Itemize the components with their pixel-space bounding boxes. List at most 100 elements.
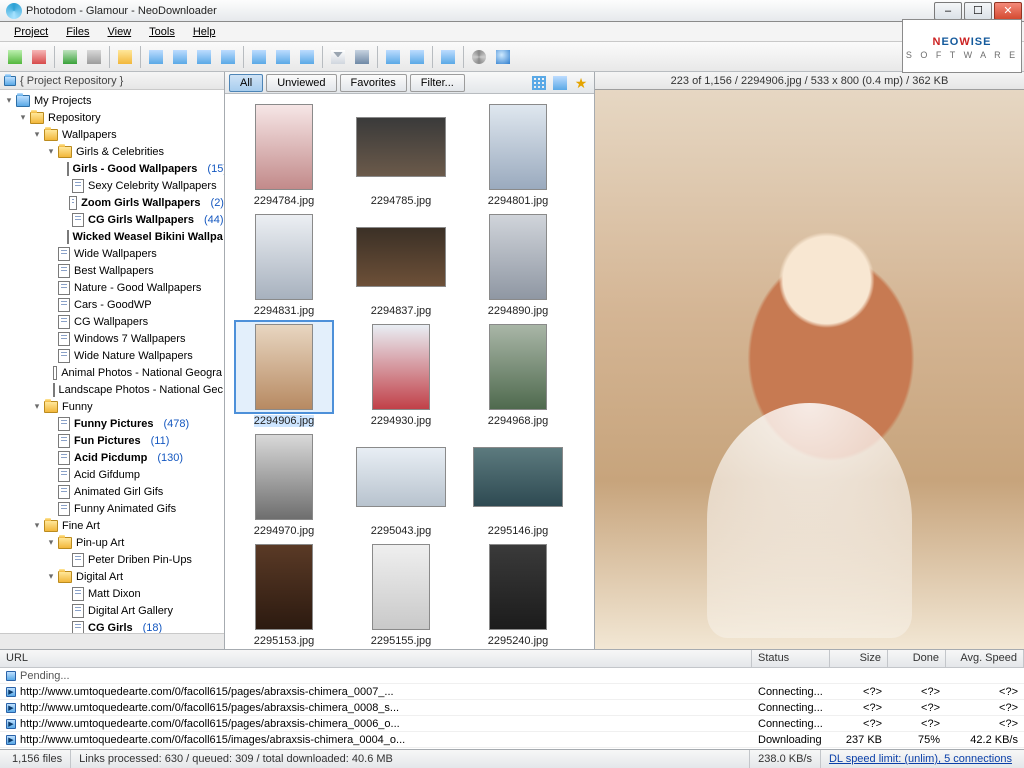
download-row[interactable]: ▶http://www.umtoquedearte.com/0/facoll61… xyxy=(0,732,1024,748)
pic-5-button[interactable] xyxy=(248,46,270,68)
menu-tools[interactable]: Tools xyxy=(141,24,183,40)
close-button[interactable]: ✕ xyxy=(994,2,1022,20)
tree-twist-icon[interactable]: ▾ xyxy=(4,95,14,106)
tree-node[interactable]: ▸Best Wallpapers xyxy=(2,262,224,279)
thumbnail[interactable]: 2294785.jpg xyxy=(344,100,458,207)
tree-node[interactable]: ▸Animal Photos - National Geogra xyxy=(2,364,224,381)
tree-node[interactable]: ▸Wicked Weasel Bikini Wallpa xyxy=(2,228,224,245)
download-list[interactable]: Pending... ▶http://www.umtoquedearte.com… xyxy=(0,668,1024,749)
fullscreen-button[interactable] xyxy=(437,46,459,68)
pic-2-button[interactable] xyxy=(169,46,191,68)
tree-node[interactable]: ▾Wallpapers xyxy=(2,126,224,143)
thumbnail[interactable]: 2294970.jpg xyxy=(227,430,341,537)
tree-node[interactable]: ▸Cars - GoodWP xyxy=(2,296,224,313)
thumbnail[interactable]: 2294906.jpg xyxy=(227,320,341,427)
open-folder-button[interactable] xyxy=(114,46,136,68)
web-button[interactable] xyxy=(492,46,514,68)
tree-node[interactable]: ▸Funny Animated Gifs xyxy=(2,500,224,517)
menu-project[interactable]: Project xyxy=(6,24,56,40)
tree-node[interactable]: ▾Digital Art xyxy=(2,568,224,585)
tree-twist-icon[interactable]: ▾ xyxy=(18,112,28,123)
download-row[interactable]: ▶http://www.umtoquedearte.com/0/facoll61… xyxy=(0,684,1024,700)
add-project-button[interactable] xyxy=(4,46,26,68)
thumbnail[interactable]: 2295155.jpg xyxy=(344,540,458,647)
tree-node[interactable]: ▸Sexy Celebrity Wallpapers xyxy=(2,177,224,194)
project-tree[interactable]: ▾My Projects▾Repository▾Wallpapers▾Girls… xyxy=(0,90,224,633)
tree-node[interactable]: ▸Wide Wallpapers xyxy=(2,245,224,262)
filter-unviewed[interactable]: Unviewed xyxy=(266,74,336,92)
tree-node[interactable]: ▸Animated Girl Gifs xyxy=(2,483,224,500)
tree-node[interactable]: ▸CG Wallpapers xyxy=(2,313,224,330)
menu-files[interactable]: Files xyxy=(58,24,97,40)
mail-button[interactable] xyxy=(327,46,349,68)
tree-twist-icon[interactable]: ▾ xyxy=(46,571,56,582)
tree-node[interactable]: ▸Acid Gifdump xyxy=(2,466,224,483)
tree-node[interactable]: ▸Windows 7 Wallpapers xyxy=(2,330,224,347)
col-speed[interactable]: Avg. Speed xyxy=(946,650,1024,667)
tree-node[interactable]: ▾Pin-up Art xyxy=(2,534,224,551)
thumbnail[interactable]: 2294801.jpg xyxy=(461,100,575,207)
tree-node[interactable]: ▸Fun Pictures(11) xyxy=(2,432,224,449)
thumbnail[interactable]: 2294837.jpg xyxy=(344,210,458,317)
tree-node[interactable]: ▾My Projects xyxy=(2,92,224,109)
filter-all[interactable]: All xyxy=(229,74,263,92)
thumbnail[interactable]: 2294890.jpg xyxy=(461,210,575,317)
tree-node[interactable]: ▸Funny Pictures(478) xyxy=(2,415,224,432)
layout-1-button[interactable] xyxy=(382,46,404,68)
tree-node[interactable]: ▾Fine Art xyxy=(2,517,224,534)
download-row[interactable]: ▶http://www.umtoquedearte.com/0/facoll61… xyxy=(0,700,1024,716)
pic-1-button[interactable] xyxy=(145,46,167,68)
tree-node[interactable]: ▾Repository xyxy=(2,109,224,126)
tree-node[interactable]: ▾Girls & Celebrities xyxy=(2,143,224,160)
tree-node[interactable]: ▾Funny xyxy=(2,398,224,415)
tree-node[interactable]: ▸Nature - Good Wallpapers xyxy=(2,279,224,296)
tree-node[interactable]: ▸Landscape Photos - National Gec xyxy=(2,381,224,398)
menu-view[interactable]: View xyxy=(100,24,140,40)
tree-node[interactable]: ▸Peter Driben Pin-Ups xyxy=(2,551,224,568)
favorite-button[interactable]: ★ xyxy=(572,74,590,92)
thumbnail-grid[interactable]: 2294784.jpg2294785.jpg2294801.jpg 2294831… xyxy=(225,94,594,649)
col-status[interactable]: Status xyxy=(752,650,830,667)
remove-project-button[interactable] xyxy=(28,46,50,68)
tree-node[interactable]: ▸Acid Picdump(130) xyxy=(2,449,224,466)
tree-node[interactable]: ▸Zoom Girls Wallpapers(2) xyxy=(2,194,224,211)
menu-help[interactable]: Help xyxy=(185,24,224,40)
layout-2-button[interactable] xyxy=(406,46,428,68)
thumbnail[interactable]: 2295153.jpg xyxy=(227,540,341,647)
pic-7-button[interactable] xyxy=(296,46,318,68)
start-button[interactable] xyxy=(59,46,81,68)
status-limit[interactable]: DL speed limit: (unlim), 5 connections xyxy=(821,750,1020,768)
minimize-button[interactable]: – xyxy=(934,2,962,20)
tree-twist-icon[interactable]: ▾ xyxy=(32,520,42,531)
tree-node[interactable]: ▸Digital Art Gallery xyxy=(2,602,224,619)
maximize-button[interactable]: ☐ xyxy=(964,2,992,20)
tree-twist-icon[interactable]: ▾ xyxy=(32,129,42,140)
col-done[interactable]: Done xyxy=(888,650,946,667)
thumbnail[interactable]: 2294831.jpg xyxy=(227,210,341,317)
view-mode-button[interactable] xyxy=(530,74,548,92)
thumbnail[interactable]: 2294930.jpg xyxy=(344,320,458,427)
tree-twist-icon[interactable]: ▾ xyxy=(46,537,56,548)
tree-node[interactable]: ▸Girls - Good Wallpapers(15) xyxy=(2,160,224,177)
pic-4-button[interactable] xyxy=(217,46,239,68)
tree-node[interactable]: ▸Wide Nature Wallpapers xyxy=(2,347,224,364)
filter-favorites[interactable]: Favorites xyxy=(340,74,407,92)
thumbnail[interactable]: 2295146.jpg xyxy=(461,430,575,537)
col-url[interactable]: URL xyxy=(0,650,752,667)
thumbnail[interactable]: 2294784.jpg xyxy=(227,100,341,207)
tree-node[interactable]: ▸CG Girls(18) xyxy=(2,619,224,633)
download-row[interactable]: ▶http://www.umtoquedearte.com/0/facoll61… xyxy=(0,716,1024,732)
sort-button[interactable] xyxy=(551,74,569,92)
pic-3-button[interactable] xyxy=(193,46,215,68)
thumbnail[interactable]: 2295043.jpg xyxy=(344,430,458,537)
tree-twist-icon[interactable]: ▾ xyxy=(32,401,42,412)
thumbnail[interactable]: 2295240.jpg xyxy=(461,540,575,647)
tree-twist-icon[interactable]: ▾ xyxy=(46,146,56,157)
save-button[interactable] xyxy=(351,46,373,68)
tree-node[interactable]: ▸Matt Dixon xyxy=(2,585,224,602)
preview-image[interactable] xyxy=(595,90,1024,649)
settings-button[interactable] xyxy=(468,46,490,68)
thumbnail[interactable]: 2294968.jpg xyxy=(461,320,575,427)
horizontal-scrollbar[interactable] xyxy=(0,633,224,649)
pic-6-button[interactable] xyxy=(272,46,294,68)
